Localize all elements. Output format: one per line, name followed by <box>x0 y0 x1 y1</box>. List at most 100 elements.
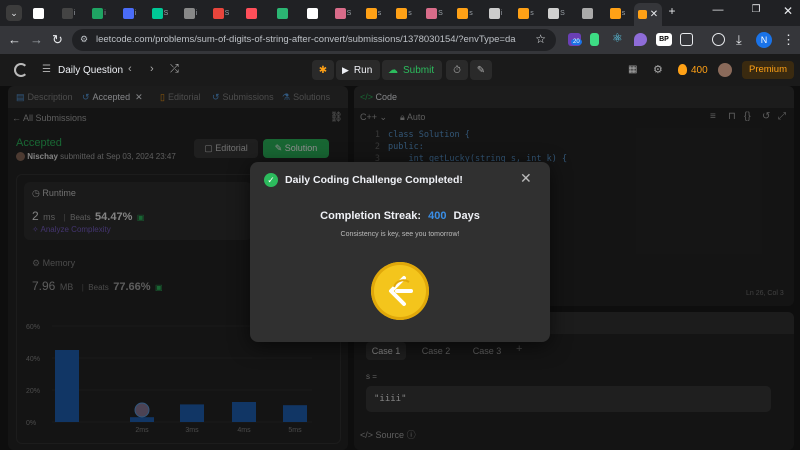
cloud-upload-icon: ☁ <box>388 64 398 76</box>
run-button[interactable]: ▶ Run <box>336 60 380 80</box>
shuffle-icon[interactable]: ⤮ <box>170 63 179 76</box>
layout-icon[interactable]: ▦ <box>628 64 637 75</box>
browser-tab[interactable] <box>26 4 50 22</box>
debug-icon[interactable]: ✱ <box>312 60 334 80</box>
github-icon <box>32 7 44 19</box>
coin-count[interactable]: 400 <box>691 65 708 76</box>
tab-icon <box>334 7 346 19</box>
new-tab-button[interactable]: + <box>664 4 680 18</box>
tab-title: S <box>346 9 352 17</box>
browser-tab[interactable] <box>575 4 599 22</box>
drive-icon <box>92 7 104 19</box>
browser-tab[interactable]: i <box>87 4 111 22</box>
browser-tab[interactable] <box>270 4 294 22</box>
timer-icon[interactable]: ⏱ <box>446 60 468 80</box>
browser-tab[interactable] <box>240 4 264 22</box>
tab-icon <box>151 7 163 19</box>
tab-title: s <box>408 9 412 17</box>
tab-icon <box>212 7 224 19</box>
browser-tab[interactable]: i <box>179 4 203 22</box>
leetcode-logo-icon[interactable] <box>14 63 28 77</box>
media-icon[interactable] <box>712 33 725 46</box>
browser-tab[interactable]: S <box>423 4 447 22</box>
modal-message: Consistency is key, see you tomorrow! <box>340 231 460 238</box>
submit-button[interactable]: ☁ Submit <box>382 60 442 80</box>
leetcode-logo-icon <box>389 276 413 306</box>
omnibox[interactable]: ⚙ leetcode.com/problems/sum-of-digits-of… <box>72 29 556 51</box>
run-label: Run <box>353 64 373 76</box>
tab-title: S <box>438 9 443 17</box>
tab-title: i <box>73 9 76 17</box>
browser-tab[interactable]: S <box>545 4 569 22</box>
bp-extension-icon[interactable]: BP <box>656 33 672 46</box>
minimize-icon[interactable]: — <box>710 4 726 16</box>
tab-title: s <box>621 9 626 17</box>
browser-tab[interactable]: i <box>118 4 142 22</box>
next-question-icon[interactable]: › <box>150 63 154 75</box>
tab-title: s <box>469 9 473 17</box>
leetcode-icon <box>457 7 469 19</box>
streak-label: Completion Streak: <box>320 210 422 222</box>
modal-title: Daily Coding Challenge Completed! <box>285 174 463 186</box>
browser-tab[interactable]: s <box>514 4 538 22</box>
react-devtools-icon[interactable]: ⚛ <box>612 31 625 45</box>
active-tab[interactable]: ✕ <box>634 3 662 26</box>
forward-icon[interactable]: → <box>30 32 43 47</box>
address-bar-row: ← → ↻ ⚙ leetcode.com/problems/sum-of-dig… <box>0 26 800 54</box>
camera-icon <box>488 7 500 19</box>
tab-icon <box>122 7 134 19</box>
notes-icon[interactable]: ✎ <box>470 60 492 80</box>
list-icon[interactable]: ☰ <box>42 64 51 75</box>
site-info-icon[interactable]: ⚙ <box>80 34 88 45</box>
check-circle-icon: ✓ <box>264 173 278 187</box>
leetcode-header: ☰ Daily Question ‹ › ⤮ ✱ ▶ Run ☁ Submit … <box>0 54 800 86</box>
daily-challenge-modal: ✓ Daily Coding Challenge Completed! ✕ Co… <box>250 162 550 342</box>
close-icon[interactable]: ✕ <box>520 170 532 187</box>
browser-tab[interactable]: s <box>392 4 416 22</box>
browser-tab[interactable]: s <box>362 4 386 22</box>
leetcode-icon <box>637 10 647 19</box>
reload-icon[interactable]: ↻ <box>52 32 63 48</box>
user-avatar[interactable] <box>718 63 732 77</box>
browser-tab-strip: ⌄ i i i Si S Ss s Ss i s Ss ✕ + — ❐ ✕ <box>0 0 800 26</box>
bookmark-star-icon[interactable]: ☆ <box>535 32 546 46</box>
browser-tab[interactable]: s <box>606 4 630 22</box>
coin-icon <box>678 64 687 75</box>
maximize-icon[interactable]: ❐ <box>748 4 764 15</box>
premium-button[interactable]: Premium <box>742 61 794 79</box>
leetcode-coin-icon <box>371 262 429 320</box>
chrome-icon <box>581 7 593 19</box>
streak-value: 400 <box>428 210 447 222</box>
browser-tab[interactable]: s <box>453 4 477 22</box>
prev-question-icon[interactable]: ‹ <box>128 63 132 75</box>
github-icon <box>307 7 318 19</box>
leetcode-icon <box>609 7 621 19</box>
tab-title: S <box>560 9 565 17</box>
browser-menu-icon[interactable]: ⋮ <box>782 32 795 48</box>
browser-tab[interactable]: S <box>209 4 233 22</box>
tab-title: i <box>104 9 106 17</box>
leetcode-icon <box>396 7 408 19</box>
tab-title: s <box>530 9 534 17</box>
settings-gear-icon[interactable]: ⚙ <box>653 63 663 76</box>
close-window-icon[interactable]: ✕ <box>780 4 796 18</box>
browser-tab[interactable]: i <box>484 4 508 22</box>
streak-row: Completion Streak: 400 Days <box>250 210 550 222</box>
url-text[interactable]: leetcode.com/problems/sum-of-digits-of-s… <box>96 34 516 45</box>
extension-icon[interactable] <box>634 33 647 46</box>
tab-search-button[interactable]: ⌄ <box>6 5 22 21</box>
back-icon[interactable]: ← <box>8 32 21 47</box>
extensions-puzzle-icon[interactable] <box>680 33 693 46</box>
browser-tab[interactable]: S <box>148 4 172 22</box>
browser-tab[interactable]: i <box>57 4 81 22</box>
tab-title: i <box>195 9 198 17</box>
close-icon[interactable]: ✕ <box>650 9 658 20</box>
play-icon: ▶ <box>342 64 349 75</box>
download-icon[interactable]: ⤓ <box>736 32 742 48</box>
page-title[interactable]: Daily Question <box>58 65 123 76</box>
browser-tab[interactable]: S <box>331 4 355 22</box>
profile-avatar[interactable]: N <box>756 32 772 48</box>
tab-icon <box>276 7 288 19</box>
browser-tab[interactable] <box>301 4 325 22</box>
extension-icon[interactable] <box>590 33 599 46</box>
